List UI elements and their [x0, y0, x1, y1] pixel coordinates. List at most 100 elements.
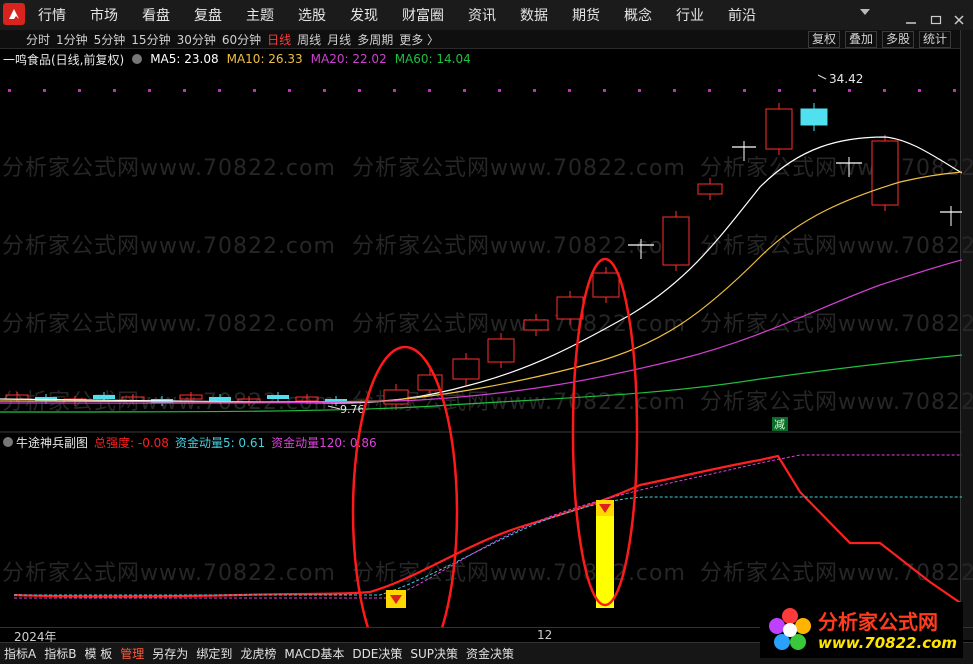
- period-tab[interactable]: 分时: [26, 31, 50, 48]
- menu-item[interactable]: 发现: [350, 5, 378, 25]
- candle: [237, 396, 261, 406]
- marker-dot: [603, 89, 606, 92]
- maximize-icon[interactable]: [930, 10, 942, 25]
- period-tab[interactable]: 5分钟: [94, 31, 126, 48]
- marker-dot: [148, 89, 151, 92]
- indicator-tab[interactable]: MACD基本: [280, 645, 348, 662]
- period-tab[interactable]: 更多 〉: [399, 31, 439, 48]
- candle: [765, 103, 793, 155]
- main-menu: 行情 市场 看盘 复盘 主题 选股 发现 财富圈 资讯 数据 期货 概念 行业 前沿: [38, 0, 780, 30]
- chevron-down-icon[interactable]: [860, 9, 870, 15]
- marker-dot: [78, 89, 81, 92]
- app-logo-icon[interactable]: [3, 3, 25, 25]
- signal-bar: [596, 500, 614, 608]
- marker-dot: [673, 89, 676, 92]
- period-tab[interactable]: 60分钟: [222, 31, 261, 48]
- period-tab[interactable]: 日线: [267, 31, 291, 48]
- period-tab[interactable]: 月线: [327, 31, 351, 48]
- candle: [523, 314, 549, 336]
- marker-dot: [183, 89, 186, 92]
- menu-item[interactable]: 资讯: [468, 5, 496, 25]
- menu-item[interactable]: 市场: [90, 5, 118, 25]
- candlesticks: [5, 103, 962, 410]
- stock-name: 一鸣食品(日线,前复权): [3, 52, 125, 67]
- signal-marker-2: [596, 500, 614, 516]
- period-tab[interactable]: 1分钟: [56, 31, 88, 48]
- ma5-label: MA5: 23.08: [150, 52, 219, 66]
- period-tab[interactable]: 30分钟: [177, 31, 216, 48]
- candle: [487, 333, 515, 368]
- settings-circle-icon[interactable]: [3, 437, 13, 447]
- candle: [592, 267, 620, 303]
- indicator-tab[interactable]: 管理: [116, 645, 148, 662]
- ma10-label: MA10: 26.33: [226, 52, 303, 66]
- indicator-tab[interactable]: 模 板: [80, 645, 116, 662]
- indicator-tab[interactable]: 绑定到: [192, 645, 236, 662]
- chart-tool-button[interactable]: 叠加: [844, 31, 877, 48]
- marker-dot: [43, 89, 46, 92]
- menu-item[interactable]: 选股: [298, 5, 326, 25]
- minimize-icon[interactable]: [905, 10, 917, 24]
- marker-dot: [848, 89, 851, 92]
- close-icon[interactable]: [953, 10, 965, 25]
- low-price-label: 9.76: [340, 403, 365, 416]
- indicator-tab[interactable]: SUP决策: [406, 645, 462, 662]
- marker-dot: [288, 89, 291, 92]
- marker-dot: [743, 89, 746, 92]
- kline-chart[interactable]: 34.42 9.76 减: [0, 67, 962, 627]
- indicator-tab[interactable]: 指标B: [40, 645, 80, 662]
- fund-momentum120-label: 资金动量120: 0.86: [271, 435, 377, 450]
- doji-candle: [836, 157, 862, 177]
- marker-dot: [218, 89, 221, 92]
- top-menu-bar: 行情 市场 看盘 复盘 主题 选股 发现 财富圈 资讯 数据 期货 概念 行业 前沿: [0, 0, 973, 31]
- marker-dot: [638, 89, 641, 92]
- marker-dot: [533, 89, 536, 92]
- doji-candle: [732, 141, 756, 161]
- indicator-tab[interactable]: DDE决策: [348, 645, 406, 662]
- ma5-line: [0, 136, 962, 404]
- chart-tool-button[interactable]: 多股: [881, 31, 914, 48]
- indicator-tab[interactable]: 龙虎榜: [236, 645, 280, 662]
- fund-momentum5-label: 资金动量5: 0.61: [174, 435, 266, 450]
- candle: [383, 384, 409, 410]
- menu-item[interactable]: 财富圈: [402, 5, 444, 25]
- menu-item[interactable]: 主题: [246, 5, 274, 25]
- period-toolbar: 分时 1分钟 5分钟 15分钟 30分钟 60分钟 日线 周线 月线 多周期 更多 〉 复权 叠加 多股…: [0, 30, 973, 49]
- period-tab[interactable]: 15分钟: [131, 31, 170, 48]
- menu-item[interactable]: 行情: [38, 5, 66, 25]
- marker-dot: [568, 89, 571, 92]
- marker-dot: [708, 89, 711, 92]
- chart-tool-button[interactable]: 统计: [918, 31, 951, 48]
- low-pointer: [327, 405, 341, 410]
- period-tab[interactable]: 多周期: [357, 31, 393, 48]
- settings-circle-icon[interactable]: [132, 54, 143, 64]
- marker-dot: [393, 89, 396, 92]
- signal-marker-1: [386, 590, 406, 608]
- indicator-tab[interactable]: 另存为: [148, 645, 192, 662]
- candle: [662, 211, 690, 271]
- menu-item[interactable]: 期货: [572, 5, 600, 25]
- menu-item[interactable]: 前沿: [728, 5, 756, 25]
- chart-tool-button[interactable]: 复权: [807, 31, 840, 48]
- marker-dot: [113, 89, 116, 92]
- menu-item[interactable]: 看盘: [142, 5, 170, 25]
- top-marker-dots: [8, 89, 956, 92]
- menu-item[interactable]: 概念: [624, 5, 652, 25]
- candle: [452, 353, 480, 385]
- menu-item[interactable]: 行业: [676, 5, 704, 25]
- menu-item[interactable]: 数据: [520, 5, 548, 25]
- indicator-tab[interactable]: 指标A: [0, 645, 40, 662]
- indicator-name: 牛途神兵副图: [16, 435, 89, 450]
- period-tab[interactable]: 周线: [297, 31, 321, 48]
- high-pointer: [817, 74, 827, 80]
- marker-dot: [778, 89, 781, 92]
- marker-dot: [953, 89, 956, 92]
- total-strength-label: 总强度: -0.08: [94, 435, 169, 450]
- candle: [179, 392, 203, 402]
- ma10-line: [0, 171, 962, 403]
- marker-dot: [323, 89, 326, 92]
- flower-logo-icon: [769, 608, 811, 650]
- indicator-tab[interactable]: 资金决策: [462, 645, 518, 662]
- menu-item[interactable]: 复盘: [194, 5, 222, 25]
- indicator-info: 牛途神兵副图 总强度: -0.08 资金动量5: 0.61 资金动量120: 0…: [3, 434, 383, 450]
